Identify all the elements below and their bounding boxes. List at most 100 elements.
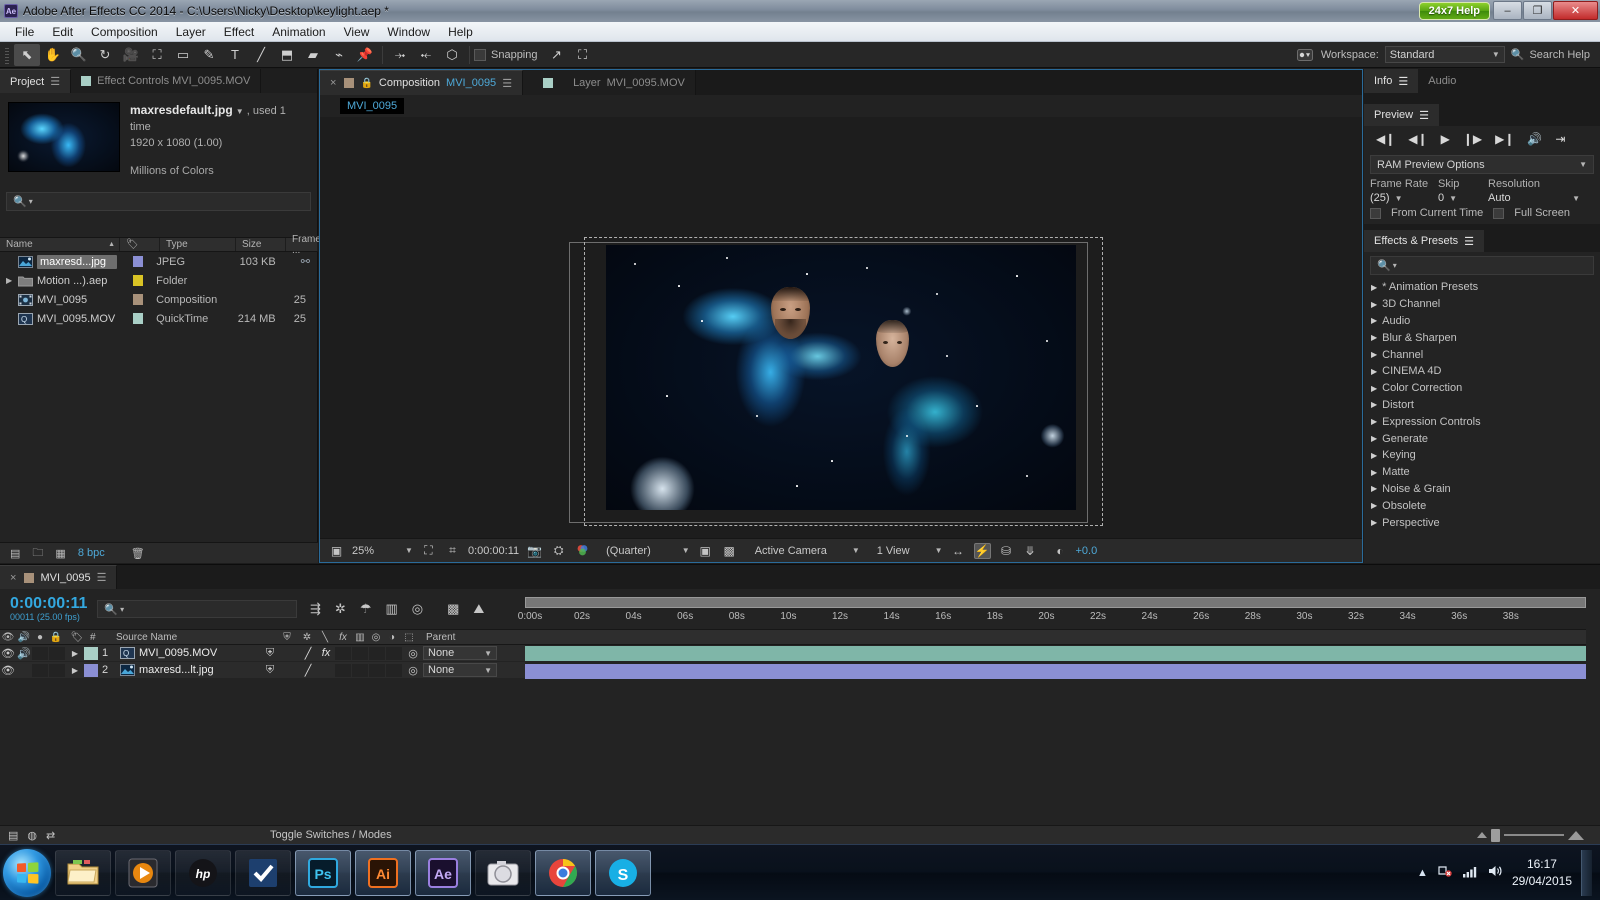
project-row[interactable]: maxresd...jpg JPEG 103 KB ⚯ [0,252,318,271]
expand-triangle-icon[interactable]: ▶ [1371,316,1377,325]
clone-stamp-tool[interactable]: ⬒ [274,44,300,66]
expand-triangle-icon[interactable]: ▶ [1371,333,1377,342]
effect-category-matte[interactable]: ▶ Matte [1371,464,1600,481]
project-row-label-color[interactable] [132,294,144,305]
layer-lock-toggle[interactable] [49,663,65,677]
pan-behind-tool[interactable]: ⛶ [144,44,170,66]
project-row[interactable]: ▶ Motion ...).aep Folder [0,271,318,290]
effect-category-blur-sharpen[interactable]: ▶ Blur & Sharpen [1371,329,1600,346]
snapping-checkbox[interactable] [474,48,486,61]
menu-item-help[interactable]: Help [439,23,482,41]
layer-frame-blend-switch[interactable] [335,646,351,660]
composition-viewer[interactable] [320,117,1362,538]
layer-adjustment-switch[interactable] [369,646,385,660]
layer-switches-icon[interactable]: ▤ [8,829,18,842]
view-axis-icon[interactable]: ⬡ [439,44,465,66]
project-row-label-color[interactable] [132,313,144,324]
color-depth-label[interactable]: 8 bpc [78,547,105,559]
expand-triangle-icon[interactable]: ▶ [1371,350,1377,359]
panel-menu-icon[interactable]: ☰ [97,571,107,584]
lock-icon[interactable]: 🔒 [360,78,372,89]
expand-triangle-icon[interactable]: ▶ [6,276,12,285]
timeline-icon[interactable]: ⛁ [998,543,1015,559]
delete-icon[interactable]: 🗑 [131,547,145,560]
effect-category-perspective[interactable]: ▶ Perspective [1371,514,1600,531]
taskbar-item-illustrator[interactable]: Ai [355,849,411,896]
brainstorm-icon[interactable]: ⛰ [473,601,484,617]
layer-expand-triangle-icon[interactable]: ▶ [66,666,84,675]
project-search-input[interactable]: 🔍 ▾ [6,191,311,211]
fast-previews-icon[interactable]: ⚡ [973,542,991,559]
search-help[interactable]: 🔍 Search Help [1511,48,1590,62]
expand-triangle-icon[interactable]: ▶ [1371,283,1377,292]
eraser-tool[interactable]: ▰ [300,44,326,66]
layer-fx-switch[interactable]: fx [317,647,335,659]
zoom-slider-knob[interactable] [1491,828,1500,842]
timeline-current-time[interactable]: 0:00:00:11 00011 (25.00 fps) [0,595,87,622]
frame-blending-icon[interactable]: ▥ [385,601,397,617]
taskbar-item-photoshop[interactable]: Ps [295,849,351,896]
menu-item-view[interactable]: View [335,23,379,41]
from-current-time-checkbox[interactable] [1370,207,1381,219]
layer-frame-blend-switch[interactable] [335,663,351,677]
close-icon[interactable]: × [330,77,336,89]
expand-triangle-icon[interactable]: ▶ [1371,367,1377,376]
panel-menu-icon[interactable]: ☰ [50,75,60,88]
timeline-layer-row[interactable]: 👁 🔊 ▶ 1 Q MVI_0095.MOV ⛨ ╱ fx ◎ None ▼ [0,645,525,662]
frame-rate-select[interactable]: (25) ▼ [1370,192,1432,204]
project-row[interactable]: MVI_0095 Composition 25 [0,290,318,309]
effect-category-distort[interactable]: ▶ Distort [1371,397,1600,414]
snap-box-icon[interactable]: ⛶ [570,44,596,66]
resolution-value[interactable]: (Quarter) [606,545,651,557]
layer-shy-switch[interactable]: ⛨ [259,664,281,677]
motion-blur-icon[interactable]: ◎ [412,601,423,617]
layer-audio-toggle[interactable]: 🔊 [16,647,32,660]
effect-category-keying[interactable]: ▶ Keying [1371,447,1600,464]
next-frame-button[interactable]: ❙▶ [1463,132,1482,146]
work-area-bar[interactable] [525,597,1586,608]
col-name[interactable]: Name ▲ [0,238,120,251]
puppet-pin-tool[interactable]: 📌 [352,44,378,66]
start-button[interactable] [3,848,51,897]
new-folder-icon[interactable]: 🗀 [32,544,43,563]
live-update-icon[interactable]: ⇶ [310,601,321,617]
taskbar-item-after-effects[interactable]: Ae [415,849,471,896]
tab-info[interactable]: Info ☰ [1364,69,1419,93]
layer-expand-triangle-icon[interactable]: ▶ [66,649,84,658]
grid-guides-icon[interactable]: ⌗ [444,543,461,559]
effects-search-input[interactable]: 🔍 ▾ [1370,256,1594,275]
col-frame[interactable]: Frame ... [286,234,321,256]
layer-quality-switch[interactable]: ╱ [299,647,317,660]
draft-3d-icon[interactable]: ✲ [335,601,346,617]
expand-triangle-icon[interactable]: ▶ [1371,417,1377,426]
toolbar-grip[interactable] [3,45,11,64]
zoom-in-icon[interactable] [1568,830,1584,840]
layer-parent-select[interactable]: None ▼ [423,663,497,677]
type-tool[interactable]: T [222,44,248,66]
taskbar-item-google-chrome[interactable] [535,849,591,896]
taskbar-item-hp-support[interactable]: hp [175,849,231,896]
effect-category-cinema-4d[interactable]: ▶ CINEMA 4D [1371,363,1600,380]
show-snapshot-icon[interactable]: ⛭ [550,543,567,559]
show-desktop-button[interactable] [1581,849,1592,896]
sync-settings-icon[interactable] [1295,44,1315,66]
local-axis-icon[interactable]: ⤞ [387,44,413,66]
timeline-ruler[interactable]: 0:00s 02s 04s 06s 08s 10s 12s 14s 16s 18s 20s 22s 24… [518,589,1586,629]
clock[interactable]: 16:17 29/04/2015 [1512,856,1572,888]
layer-visibility-toggle[interactable]: 👁 [0,664,16,677]
help-24x7-button[interactable]: 24x7 Help [1418,2,1490,20]
timeline-search-input[interactable]: 🔍 ▾ [97,600,298,618]
layer-quality-switch[interactable]: ╱ [299,664,317,677]
toggle-switches-modes-label[interactable]: Toggle Switches / Modes [270,829,392,841]
toggle-mask-icon[interactable]: ▣ [697,543,714,559]
full-screen-checkbox[interactable] [1493,207,1505,219]
panel-menu-icon[interactable]: ☰ [502,77,512,90]
audio-button[interactable]: 🔊 [1527,132,1542,146]
tab-audio[interactable]: Audio [1418,69,1466,93]
views-value[interactable]: 1 View [877,545,910,557]
ram-preview-options[interactable]: RAM Preview Options ▼ [1370,155,1594,174]
menu-item-effect[interactable]: Effect [215,23,263,41]
menu-item-edit[interactable]: Edit [43,23,82,41]
last-frame-button[interactable]: ▶❙ [1495,132,1514,146]
effect-category-3d-channel[interactable]: ▶ 3D Channel [1371,296,1600,313]
